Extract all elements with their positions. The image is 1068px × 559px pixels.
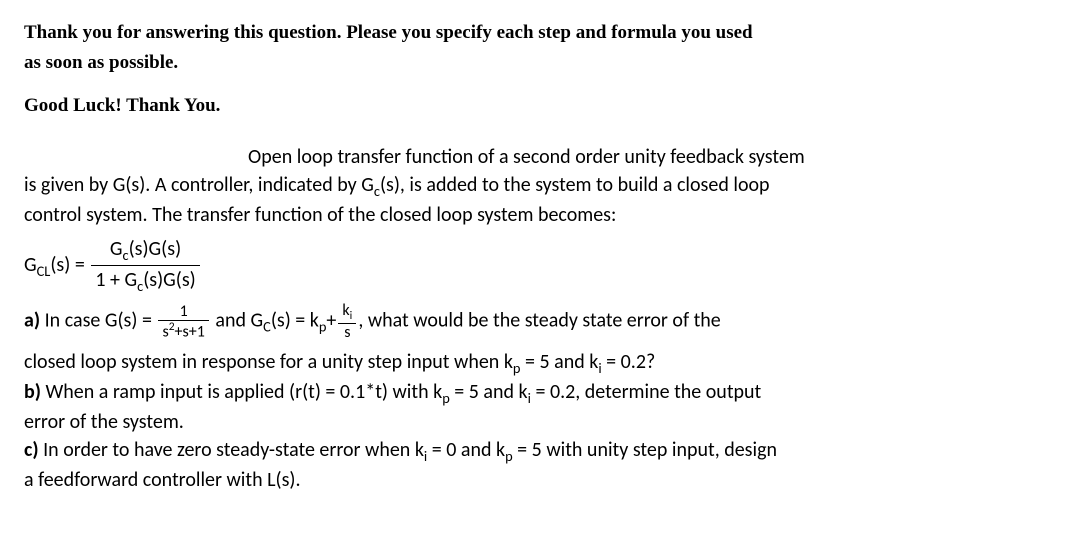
part-a-line-2: closed loop system in response for a uni… [24, 348, 1044, 378]
part-c-t2: = 0 and k [427, 438, 505, 462]
part-c-line-1: c) In order to have zero steady-state er… [24, 436, 1044, 466]
eq-lhs-G: G [24, 253, 37, 277]
part-c-line-2: a feedforward controller with L(s). [24, 466, 1044, 494]
part-b-t3: = 0.2, determine the output [531, 380, 761, 404]
eq-lhs-tail: (s) = [50, 253, 89, 277]
fraction-ki: ki s [338, 302, 356, 341]
gcl-equation: GCL(s) = Gc(s)G(s) 1 + Gc(s)G(s) [24, 235, 1044, 296]
gcl-den-tail: (s)G(s) [143, 268, 196, 292]
part-c-t1: In order to have zero steady-state error… [43, 438, 424, 462]
gcl-num-G: G [110, 237, 123, 261]
part-b-psub: p [442, 389, 450, 407]
part-b-t1: When a ramp input is applied (r(t) = 0.1… [45, 380, 442, 404]
part-a-label: a) [24, 309, 45, 333]
part-a-plus: + [326, 309, 336, 333]
frac-ki-den: s [338, 324, 356, 342]
eq-lhs-sub: CL [37, 262, 51, 280]
good-luck-line: Good Luck! Thank You. [24, 93, 1044, 119]
problem-body: Open loop transfer function of a second … [24, 143, 1044, 494]
intro-line-2: is given by G(s). A controller, indicate… [24, 171, 1044, 201]
gcl-fraction: Gc(s)G(s) 1 + Gc(s)G(s) [91, 235, 199, 296]
frac-g-den-tail: +s+1 [175, 323, 205, 342]
header-line-2: as soon as possible. [24, 50, 1044, 76]
gcl-num-mid: (s)G(s) [129, 237, 182, 261]
fraction-g: 1 s2+s+1 [158, 303, 208, 342]
part-b-t2: = 5 and k [450, 380, 528, 404]
frac-ki-sub: i [350, 310, 353, 324]
gcl-den-pre: 1 + G [95, 268, 137, 292]
part-a-l2a: closed loop system in response for a uni… [24, 350, 513, 374]
part-c-t3: = 5 with unity step input, design [513, 438, 777, 462]
part-a-and: and G [211, 309, 263, 333]
intro-text-2b: (s), is added to the system to build a c… [380, 173, 770, 197]
part-a-l2b: = 5 and k [520, 350, 598, 374]
part-b-label: b) [24, 380, 45, 404]
part-a-l2c: = 0.2? [602, 350, 656, 374]
part-a-line-1: a) In case G(s) = 1 s2+s+1 and GC(s) = k… [24, 302, 1044, 341]
header-line-1: Thank you for answering this question. P… [24, 20, 1044, 46]
part-b-line-2: error of the system. [24, 408, 1044, 436]
frac-ki-k: k [342, 301, 349, 320]
part-b-line-1: b) When a ramp input is applied (r(t) = … [24, 378, 1044, 408]
part-a-c-sub: C [263, 318, 271, 336]
part-a-gofs: G(s) = [105, 309, 157, 333]
intro-line-1: Open loop transfer function of a second … [24, 143, 1044, 171]
part-a-tail: , what would be the steady state error o… [358, 309, 720, 333]
part-c-label: c) [24, 438, 43, 462]
part-a-after-gc: (s) = k [271, 309, 319, 333]
intro-text-2a: is given by G(s). A controller, indicate… [24, 173, 374, 197]
part-a-t1: In case [45, 309, 105, 333]
part-c-psub: p [505, 447, 513, 465]
intro-line-3: control system. The transfer function of… [24, 201, 1044, 229]
frac-g-num: 1 [158, 303, 208, 322]
